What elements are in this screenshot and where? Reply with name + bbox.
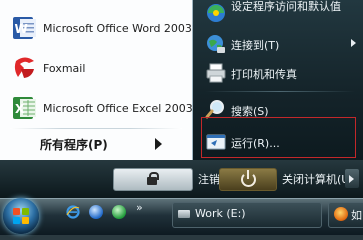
windows-logo-icon (22, 208, 29, 215)
excel-icon: X (13, 97, 36, 119)
windows-logo-icon (13, 208, 20, 215)
quick-launch-app-icon[interactable] (89, 205, 103, 219)
quick-launch-app-icon[interactable] (112, 205, 126, 219)
program-label: Foxmail (43, 61, 86, 75)
chevron-right-icon (351, 39, 356, 47)
start-button[interactable] (3, 198, 39, 234)
windows-logo-icon (22, 217, 29, 224)
shutdown-label: 关闭计算机(U) (282, 173, 354, 186)
windows-logo-icon (13, 217, 20, 224)
pinned-programs-pane: W Microsoft Office Word 2003 Foxmail X M… (0, 0, 193, 160)
power-icon-line (247, 170, 249, 179)
shutdown-options-button[interactable] (345, 169, 359, 188)
globe-network-icon (207, 35, 225, 53)
foxmail-icon (14, 57, 34, 78)
taskbar-button-label: Work (E:) (195, 207, 246, 220)
menu-item-printers-faxes[interactable]: 打印机和传真 (203, 61, 358, 85)
menu-item-connect-to[interactable]: 连接到(T) (203, 33, 358, 55)
taskbar-button-label: 如 (351, 209, 362, 222)
program-label: Microsoft Office Excel 2003 (43, 101, 193, 115)
logoff-button[interactable] (113, 168, 193, 191)
menu-item-default-programs[interactable]: 设定程序访问和默认值 (203, 0, 358, 30)
firefox-icon (334, 207, 348, 221)
start-menu: W Microsoft Office Word 2003 Foxmail X M… (0, 0, 363, 198)
taskbar-button-work-drive[interactable]: Work (E:) (172, 202, 322, 228)
program-excel[interactable]: X Microsoft Office Excel 2003 (6, 93, 193, 123)
program-label: Microsoft Office Word 2003 (43, 21, 192, 35)
svg-text:W: W (15, 22, 28, 36)
menu-item-label: 打印机和传真 (231, 68, 297, 81)
divider (10, 128, 182, 129)
printer-icon (206, 63, 226, 83)
program-word[interactable]: W Microsoft Office Word 2003 (6, 13, 192, 43)
quick-launch-overflow[interactable]: » (136, 201, 143, 214)
default-programs-icon (207, 4, 225, 22)
menu-item-label: 设定程序访问和默认值 (231, 0, 341, 13)
word-icon: W (13, 17, 36, 39)
menu-item-label: 连接到(T) (231, 39, 280, 52)
highlight-box (201, 117, 356, 158)
drive-icon (178, 210, 190, 218)
shutdown-button[interactable] (219, 168, 277, 191)
arrow-right-icon (155, 138, 162, 150)
svg-text:X: X (15, 102, 25, 116)
internet-explorer-icon[interactable] (66, 205, 80, 219)
all-programs-label: 所有程序(P) (40, 137, 108, 152)
program-foxmail[interactable]: Foxmail (6, 53, 188, 83)
lock-body (147, 177, 157, 185)
divider (205, 91, 355, 92)
taskbar-button-firefox[interactable]: 如 (328, 202, 363, 228)
all-programs-button[interactable]: 所有程序(P) (40, 133, 180, 155)
